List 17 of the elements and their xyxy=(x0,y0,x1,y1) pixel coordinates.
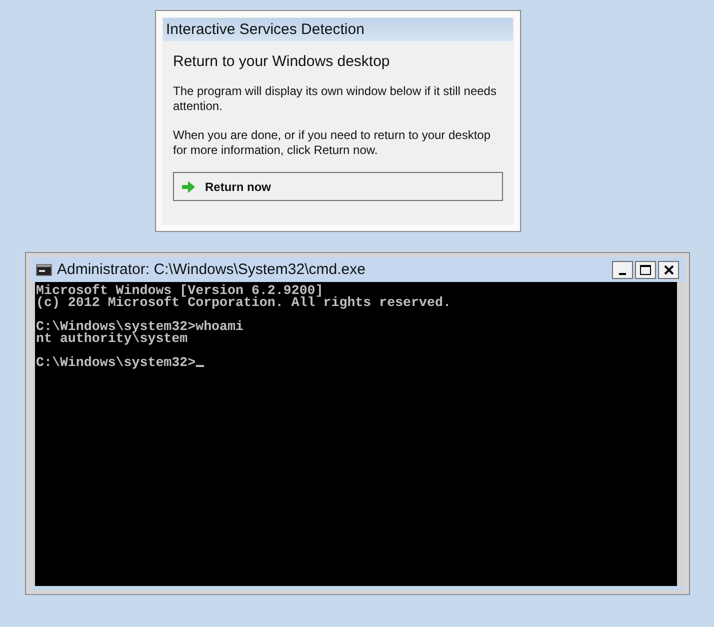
dialog-title: Interactive Services Detection xyxy=(163,18,513,41)
dialog-message: When you are done, or if you need to return to your desktop for more information, click Return now. xyxy=(173,128,492,158)
arrow-icon xyxy=(182,180,195,192)
dialog-heading: Return to your Windows desktop xyxy=(173,53,391,70)
window-title: Administrator: C:\Windows\System32\cmd.exe xyxy=(57,261,366,278)
console-line: C:\Windows\system32>whoami xyxy=(36,319,244,334)
return-now-button[interactable]: Return now xyxy=(173,172,503,201)
console-line: nt authority\system xyxy=(36,331,188,346)
minimize-button[interactable] xyxy=(612,260,633,278)
maximize-button[interactable] xyxy=(635,260,656,278)
maximize-icon xyxy=(640,264,651,274)
minimize-icon xyxy=(619,272,626,274)
console-app-icon xyxy=(36,264,52,276)
console-line: C:\Windows\system32> xyxy=(36,355,196,370)
close-icon xyxy=(664,264,674,274)
close-button[interactable] xyxy=(658,260,679,278)
dialog-message: The program will display its own window below if it still needs attention. xyxy=(173,84,498,114)
